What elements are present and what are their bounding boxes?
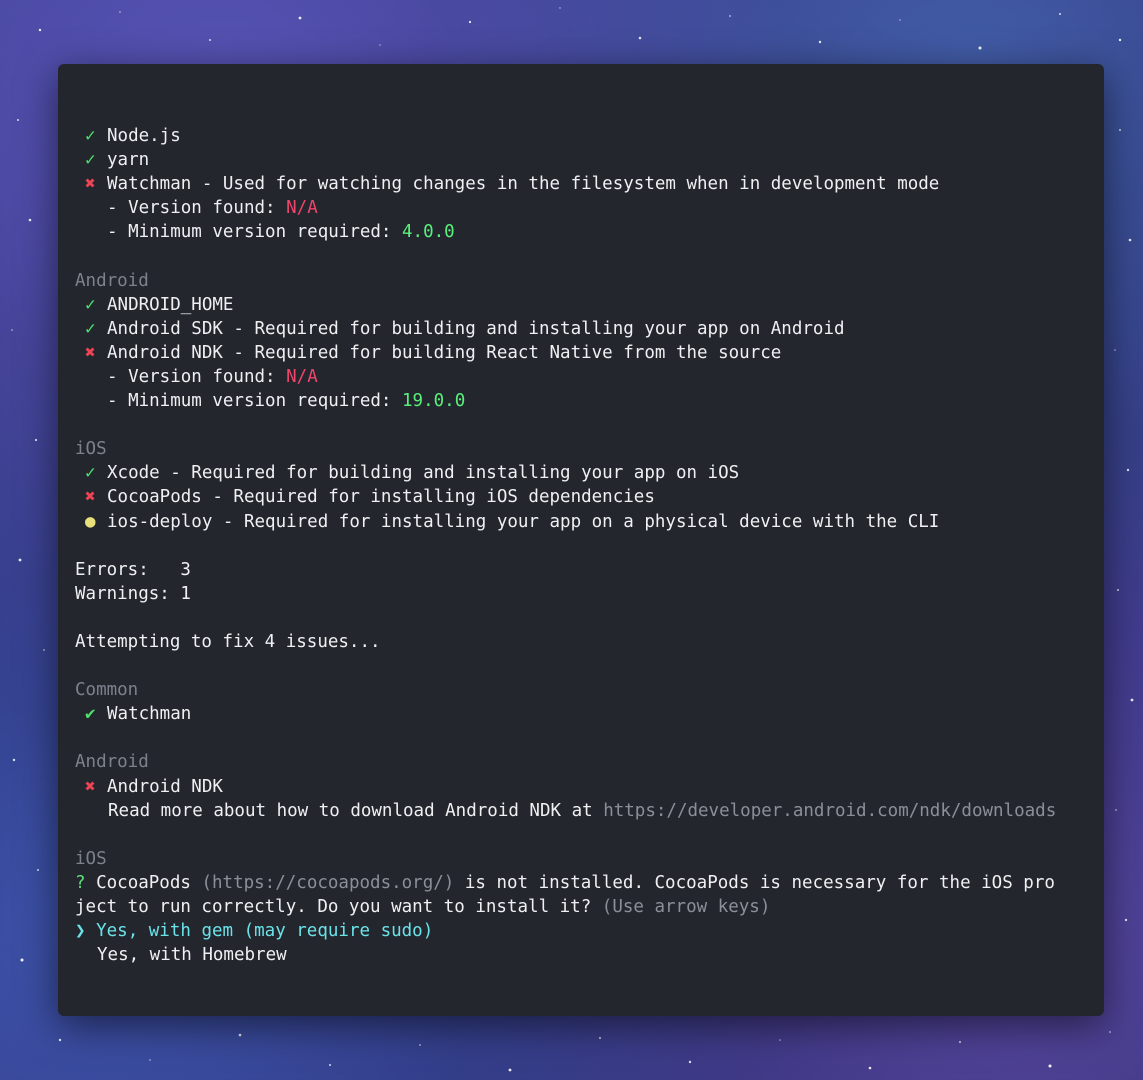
fixed-watchman: ✔ Watchman xyxy=(75,702,1104,726)
check-label: Watchman - Used for watching changes in … xyxy=(107,174,940,195)
version-found-label: - Version found: xyxy=(107,198,287,219)
fix-label: Watchman xyxy=(107,704,192,725)
cross-icon: ✖ xyxy=(85,487,96,508)
check-android-sdk: ✓ Android SDK - Required for building and… xyxy=(75,317,1104,341)
min-version-label: - Minimum version required: xyxy=(107,391,403,412)
ndk-read-more: Read more about how to download Android … xyxy=(75,799,1104,823)
version-found-value: N/A xyxy=(286,198,318,219)
section-heading-common: Common xyxy=(75,680,139,701)
watchman-version-found: - Version found: N/A xyxy=(75,196,1104,220)
errors-count: Errors: 3 xyxy=(75,559,191,580)
section-heading-android-fix: Android xyxy=(75,752,149,773)
ndk-version-found: - Version found: N/A xyxy=(75,365,1104,389)
min-version-label: - Minimum version required: xyxy=(107,222,403,243)
check-xcode: ✓ Xcode - Required for building and insta… xyxy=(75,461,1104,485)
check-nodejs: ✓ Node.js xyxy=(75,124,1104,148)
cross-icon: ✖ xyxy=(85,776,96,797)
option-install-with-gem[interactable]: ❯ Yes, with gem (may require sudo) xyxy=(75,919,1104,943)
cocoapods-prompt-line-2: ject to run correctly. Do you want to in… xyxy=(75,895,1104,919)
fix-label: Android NDK xyxy=(107,776,223,797)
section-heading-android: Android xyxy=(75,270,149,291)
prompt-url: (https://cocoapods.org/) xyxy=(201,872,455,893)
check-android-home: ✓ ANDROID_HOME xyxy=(75,293,1104,317)
version-found-label: - Version found: xyxy=(107,366,287,387)
cross-icon: ✖ xyxy=(85,174,96,195)
question-mark-icon: ? xyxy=(75,872,86,893)
checkmark-icon: ✓ xyxy=(85,126,96,146)
option-label: Yes, with Homebrew xyxy=(97,945,287,966)
fixing-status: Attempting to fix 4 issues... xyxy=(75,631,381,652)
check-label: CocoaPods - Required for installing iOS … xyxy=(107,487,655,508)
prompt-text: is not installed. CocoaPods is necessary… xyxy=(454,872,1055,893)
checkmark-icon: ✓ xyxy=(85,318,96,339)
checkmark-icon: ✓ xyxy=(85,463,96,484)
heavy-checkmark-icon: ✔ xyxy=(85,704,96,725)
check-label: Android NDK - Required for building Reac… xyxy=(107,342,782,363)
version-found-value: N/A xyxy=(286,366,318,387)
check-cocoapods: ✖ CocoaPods - Required for installing iOS… xyxy=(75,485,1104,509)
ndk-min-version: - Minimum version required: 19.0.0 xyxy=(75,389,1104,413)
check-yarn: ✓ yarn xyxy=(75,148,1104,172)
check-label: Node.js xyxy=(107,126,181,146)
terminal-window: ✓ Node.js ✓ yarn ✖ Watchman - Used for watc… xyxy=(58,64,1104,1016)
warnings-count: Warnings: 1 xyxy=(75,583,191,604)
read-more-text: Read more about how to download Android … xyxy=(108,800,604,821)
cocoapods-prompt-line-1: ? CocoaPods (https://cocoapods.org/) is … xyxy=(75,871,1104,895)
failed-android-ndk: ✖ Android NDK xyxy=(75,775,1104,799)
check-label: Xcode - Required for building and instal… xyxy=(107,463,740,484)
ndk-download-link[interactable]: https://developer.android.com/ndk/downlo… xyxy=(603,801,1056,821)
cross-icon: ✖ xyxy=(85,342,96,363)
checkmark-icon: ✓ xyxy=(85,294,96,315)
check-ios-deploy: ● ios-deploy - Required for installing yo… xyxy=(75,510,1104,534)
section-heading-ios: iOS xyxy=(75,439,107,460)
prompt-text: ject to run correctly. Do you want to in… xyxy=(75,897,602,917)
min-version-value: 19.0.0 xyxy=(402,391,466,412)
pointer-icon: ❯ xyxy=(75,921,86,942)
prompt-hint: (Use arrow keys) xyxy=(601,897,771,917)
check-label: yarn xyxy=(107,150,150,171)
warning-dot-icon: ● xyxy=(85,511,96,532)
check-label: ios-deploy - Required for installing you… xyxy=(107,511,940,532)
check-label: Android SDK - Required for building and … xyxy=(107,318,845,339)
checkmark-icon: ✓ xyxy=(85,150,96,171)
prompt-name: CocoaPods xyxy=(96,872,191,893)
section-heading-ios-fix: iOS xyxy=(75,848,107,869)
check-label: ANDROID_HOME xyxy=(107,294,234,315)
check-watchman: ✖ Watchman - Used for watching changes in… xyxy=(75,172,1104,196)
min-version-value: 4.0.0 xyxy=(402,222,455,243)
watchman-min-version: - Minimum version required: 4.0.0 xyxy=(75,220,1104,244)
option-label: Yes, with gem (may require sudo) xyxy=(96,921,434,942)
option-install-with-homebrew[interactable]: Yes, with Homebrew xyxy=(75,943,1104,967)
check-android-ndk: ✖ Android NDK - Required for building Rea… xyxy=(75,341,1104,365)
